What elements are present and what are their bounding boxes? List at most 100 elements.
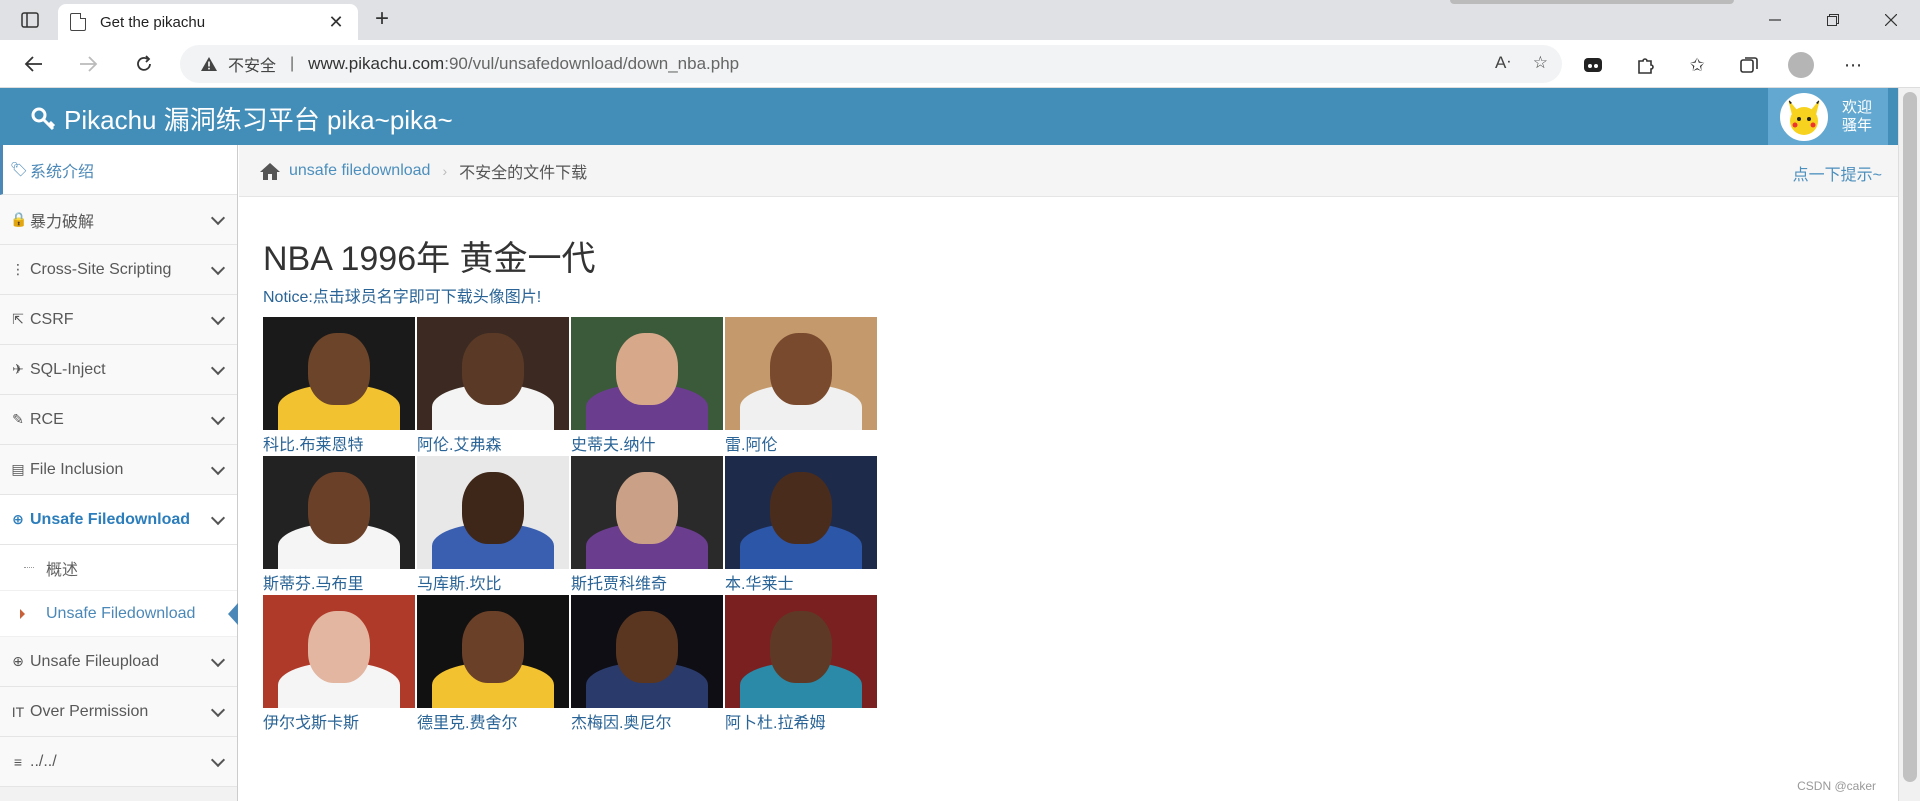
sidebar-item-label: File Inclusion: [30, 460, 124, 478]
player-download-link[interactable]: 史蒂夫.纳什: [571, 431, 655, 455]
sidebar-item-label: CSRF: [30, 310, 74, 328]
close-icon[interactable]: ✕: [326, 12, 346, 33]
player-photo: [263, 317, 415, 430]
player-card: 马库斯.坎比: [417, 456, 571, 595]
player-card: 斯蒂芬.马布里: [263, 456, 417, 595]
player-download-link[interactable]: 雷.阿伦: [725, 431, 777, 455]
tag-icon: 🏷: [10, 161, 28, 177]
player-photo: [417, 317, 569, 430]
url-separator: |: [290, 55, 295, 72]
read-aloud-icon[interactable]: Aᐧ: [1495, 53, 1511, 73]
share-icon: ⇱: [12, 311, 24, 327]
page-scrollbar[interactable]: [1898, 88, 1920, 801]
player-card: 伊尔戈斯卡斯: [263, 595, 417, 734]
player-download-link[interactable]: 伊尔戈斯卡斯: [263, 709, 359, 733]
sidebar-item-label: Over Permission: [30, 702, 149, 720]
player-head: [308, 333, 370, 405]
player-download-link[interactable]: 马库斯.坎比: [417, 570, 501, 594]
forward-button[interactable]: [72, 50, 104, 78]
page-title: NBA 1996年 黄金一代: [263, 240, 596, 278]
sidebar-item-rce[interactable]: ✎ RCE: [0, 395, 237, 445]
favorites-icon[interactable]: ✩: [1684, 53, 1710, 77]
watermark: CSDN @caker: [1797, 779, 1876, 793]
player-download-link[interactable]: 阿卜杜.拉希姆: [725, 709, 825, 733]
player-download-link[interactable]: 本.华莱士: [725, 570, 793, 594]
sidebar-item-label: Unsafe Fileupload: [30, 652, 159, 670]
player-grid: 科比.布莱恩特 阿伦.艾弗森 史蒂夫.纳什 雷.阿伦斯蒂芬.马布里 马库斯.坎比 斯托贾科…: [263, 317, 879, 734]
browser-tab-bar: Get the pikachu ✕ +: [0, 0, 1920, 40]
player-head: [308, 472, 370, 544]
tab-title: Get the pikachu: [100, 13, 206, 31]
breadcrumb: unsafe filedownload › 不安全的文件下载 点一下提示~: [239, 145, 1898, 197]
home-icon[interactable]: [259, 161, 281, 181]
close-window-button[interactable]: [1862, 0, 1920, 40]
upload-icon: ⊕: [12, 653, 24, 669]
player-photo: [263, 456, 415, 569]
sidebar-item-file-inclusion[interactable]: ▤ File Inclusion: [0, 445, 237, 495]
player-download-link[interactable]: 阿伦.艾弗森: [417, 431, 501, 455]
player-photo: [417, 595, 569, 708]
url-text: www.pikachu.com:90/vul/unsafedownload/do…: [308, 54, 739, 74]
plane-icon: ✈: [12, 361, 24, 377]
browser-toolbar: ✩ ⋯: [1580, 52, 1866, 78]
url-field[interactable]: 不安全 | www.pikachu.com:90/vul/unsafedownl…: [180, 45, 1562, 83]
player-head: [616, 472, 678, 544]
pencil-icon: ✎: [12, 411, 24, 427]
extension-icon[interactable]: [1580, 53, 1606, 77]
new-tab-button[interactable]: +: [368, 6, 396, 34]
chevron-down-icon: [210, 360, 226, 376]
sidebar-item-xss[interactable]: ⋮ Cross-Site Scripting: [0, 245, 237, 295]
sidebar-item-unsafe-filedownload[interactable]: ⊕ Unsafe Filedownload: [0, 495, 237, 545]
sidebar: 🏷 系统介绍 🔒 暴力破解 ⋮ Cross-Site Scripting ⇱ C…: [0, 145, 238, 801]
greeting-line-1: 欢迎: [1842, 98, 1873, 116]
sidebar-item-unsafe-fileupload[interactable]: ⊕ Unsafe Fileupload: [0, 637, 237, 687]
chevron-down-icon: [210, 460, 226, 476]
chevron-down-icon: [210, 260, 226, 276]
address-bar-row: 不安全 | www.pikachu.com:90/vul/unsafedownl…: [0, 40, 1920, 88]
sidebar-item-sqli[interactable]: ✈ SQL-Inject: [0, 345, 237, 395]
player-download-link[interactable]: 科比.布莱恩特: [263, 431, 363, 455]
breadcrumb-link[interactable]: unsafe filedownload: [289, 162, 430, 180]
player-download-link[interactable]: 斯蒂芬.马布里: [263, 570, 363, 594]
submenu-item-label: Unsafe Filedownload: [46, 604, 196, 622]
sidebar-item-bruteforce[interactable]: 🔒 暴力破解: [0, 195, 237, 245]
player-photo: [571, 456, 723, 569]
sidebar-item-intro[interactable]: 🏷 系统介绍: [0, 145, 237, 195]
user-menu[interactable]: 欢迎 骚年: [1768, 88, 1888, 145]
player-download-link[interactable]: 杰梅因.奥尼尔: [571, 709, 671, 733]
restore-button[interactable]: [1804, 0, 1862, 40]
profile-avatar[interactable]: [1788, 52, 1814, 78]
player-download-link[interactable]: 德里克.费舍尔: [417, 709, 517, 733]
favorite-add-icon[interactable]: ☆: [1533, 53, 1548, 73]
sidebar-item-label: 暴力破解: [30, 213, 95, 231]
sidebar-item-label: 系统介绍: [30, 163, 95, 181]
sidebar-item-label: RCE: [30, 410, 64, 428]
submenu-item-unsafe-filedownload[interactable]: Unsafe Filedownload: [0, 591, 238, 637]
puzzle-icon[interactable]: [1632, 53, 1658, 77]
download-icon: ⊕: [12, 511, 24, 527]
sidebar-item-over-permission[interactable]: IT Over Permission: [0, 687, 237, 737]
omnibox-actions: Aᐧ ☆: [1495, 53, 1548, 73]
site-title[interactable]: Pikachu 漏洞练习平台 pika~pika~: [30, 100, 453, 137]
user-greeting: 欢迎 骚年: [1842, 99, 1872, 135]
sidebar-item-csrf[interactable]: ⇱ CSRF: [0, 295, 237, 345]
chevron-down-icon: [210, 752, 226, 768]
back-button[interactable]: [18, 50, 50, 78]
submenu-item-overview[interactable]: 概述: [0, 545, 237, 591]
security-label[interactable]: 不安全: [228, 52, 276, 76]
collections-icon[interactable]: [1736, 53, 1762, 77]
tab-actions-icon[interactable]: [10, 8, 50, 32]
submenu-unsafe-filedownload: 概述 Unsafe Filedownload: [0, 545, 238, 637]
minimize-button[interactable]: [1746, 0, 1804, 40]
scrollbar-thumb[interactable]: [1903, 92, 1917, 782]
player-head: [616, 333, 678, 405]
align-left-icon: ≡: [13, 753, 23, 770]
player-download-link[interactable]: 斯托贾科维奇: [571, 570, 667, 594]
more-icon[interactable]: ⋯: [1840, 53, 1866, 77]
hint-link[interactable]: 点一下提示~: [1793, 161, 1882, 185]
sidebar-item-dir-traversal[interactable]: ≡ ../../: [0, 737, 237, 787]
player-head: [770, 472, 832, 544]
sidebar-item-label: Cross-Site Scripting: [30, 260, 172, 278]
refresh-button[interactable]: [128, 50, 160, 78]
browser-tab[interactable]: Get the pikachu ✕: [58, 4, 358, 40]
